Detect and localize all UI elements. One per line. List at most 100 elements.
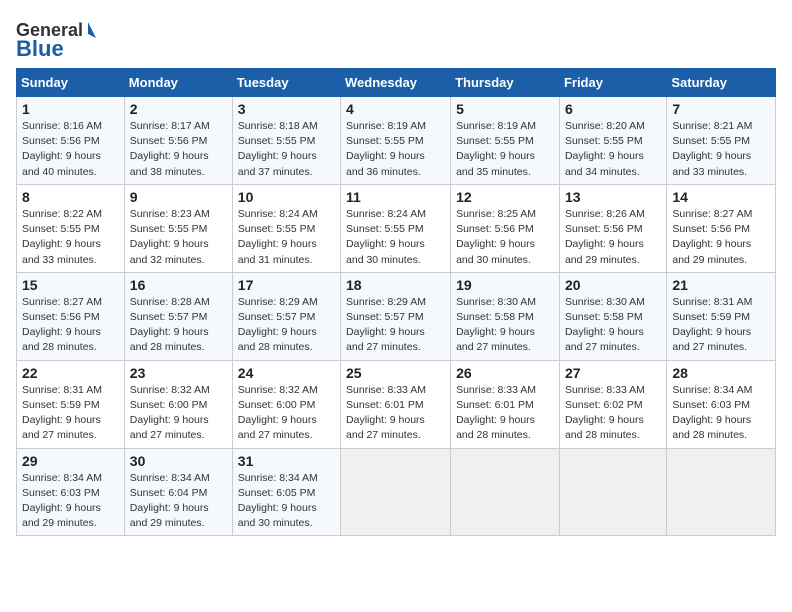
calendar-cell: 11 Sunrise: 8:24 AMSunset: 5:55 PMDayligh… (341, 184, 451, 272)
day-info: Sunrise: 8:19 AMSunset: 5:55 PMDaylight:… (456, 119, 554, 180)
calendar-cell: 26 Sunrise: 8:33 AMSunset: 6:01 PMDayligh… (451, 360, 560, 448)
day-info: Sunrise: 8:24 AMSunset: 5:55 PMDaylight:… (346, 207, 445, 268)
day-info: Sunrise: 8:33 AMSunset: 6:01 PMDaylight:… (456, 383, 554, 444)
calendar-cell: 5 Sunrise: 8:19 AMSunset: 5:55 PMDaylight… (451, 97, 560, 185)
calendar-cell: 25Sunrise: 8:33 AMSunset: 6:01 PMDayligh… (341, 360, 451, 448)
calendar-cell (451, 448, 560, 536)
day-info: Sunrise: 8:24 AMSunset: 5:55 PMDaylight:… (238, 207, 335, 268)
calendar-cell (667, 448, 776, 536)
calendar-cell: 19 Sunrise: 8:30 AMSunset: 5:58 PMDayligh… (451, 272, 560, 360)
day-info: Sunrise: 8:31 AMSunset: 5:59 PMDaylight:… (672, 295, 770, 356)
day-info: Sunrise: 8:22 AMSunset: 5:55 PMDaylight:… (22, 207, 119, 268)
day-number: 5 (456, 101, 554, 117)
day-info: Sunrise: 8:33 AMSunset: 6:02 PMDaylight:… (565, 383, 661, 444)
day-info: Sunrise: 8:23 AMSunset: 5:55 PMDaylight:… (130, 207, 227, 268)
calendar-cell: 18Sunrise: 8:29 AMSunset: 5:57 PMDayligh… (341, 272, 451, 360)
calendar-week-row: 8 Sunrise: 8:22 AMSunset: 5:55 PMDaylight… (17, 184, 776, 272)
day-number: 24 (238, 365, 335, 381)
calendar-cell: 10 Sunrise: 8:24 AMSunset: 5:55 PMDayligh… (232, 184, 340, 272)
calendar-cell: 24 Sunrise: 8:32 AMSunset: 6:00 PMDayligh… (232, 360, 340, 448)
day-number: 21 (672, 277, 770, 293)
day-info: Sunrise: 8:27 AMSunset: 5:56 PMDaylight:… (22, 295, 119, 356)
day-info: Sunrise: 8:30 AMSunset: 5:58 PMDaylight:… (456, 295, 554, 356)
calendar-cell: 1 Sunrise: 8:16 AMSunset: 5:56 PMDaylight… (17, 97, 125, 185)
day-number: 6 (565, 101, 661, 117)
day-number: 4 (346, 101, 445, 117)
day-number: 16 (130, 277, 227, 293)
day-number: 31 (238, 453, 335, 469)
calendar-cell: 23 Sunrise: 8:32 AMSunset: 6:00 PMDayligh… (124, 360, 232, 448)
day-number: 28 (672, 365, 770, 381)
calendar-week-row: 1 Sunrise: 8:16 AMSunset: 5:56 PMDaylight… (17, 97, 776, 185)
calendar-header-row: SundayMondayTuesdayWednesdayThursdayFrid… (17, 69, 776, 97)
day-info: Sunrise: 8:32 AMSunset: 6:00 PMDaylight:… (130, 383, 227, 444)
day-info: Sunrise: 8:34 AMSunset: 6:03 PMDaylight:… (22, 471, 119, 532)
calendar-cell: 22 Sunrise: 8:31 AMSunset: 5:59 PMDayligh… (17, 360, 125, 448)
calendar-week-row: 22 Sunrise: 8:31 AMSunset: 5:59 PMDayligh… (17, 360, 776, 448)
calendar-cell: 9 Sunrise: 8:23 AMSunset: 5:55 PMDaylight… (124, 184, 232, 272)
day-number: 10 (238, 189, 335, 205)
calendar-week-row: 29Sunrise: 8:34 AMSunset: 6:03 PMDayligh… (17, 448, 776, 536)
day-number: 7 (672, 101, 770, 117)
day-number: 23 (130, 365, 227, 381)
calendar-cell: 3Sunrise: 8:18 AMSunset: 5:55 PMDaylight… (232, 97, 340, 185)
day-number: 11 (346, 189, 445, 205)
day-header-monday: Monday (124, 69, 232, 97)
day-number: 20 (565, 277, 661, 293)
calendar-cell: 27 Sunrise: 8:33 AMSunset: 6:02 PMDayligh… (559, 360, 666, 448)
day-number: 27 (565, 365, 661, 381)
day-number: 1 (22, 101, 119, 117)
day-number: 14 (672, 189, 770, 205)
calendar-cell: 4 Sunrise: 8:19 AMSunset: 5:55 PMDaylight… (341, 97, 451, 185)
day-header-thursday: Thursday (451, 69, 560, 97)
day-number: 19 (456, 277, 554, 293)
day-number: 8 (22, 189, 119, 205)
calendar-cell (341, 448, 451, 536)
day-header-wednesday: Wednesday (341, 69, 451, 97)
calendar-cell: 28 Sunrise: 8:34 AMSunset: 6:03 PMDayligh… (667, 360, 776, 448)
calendar-cell: 13 Sunrise: 8:26 AMSunset: 5:56 PMDayligh… (559, 184, 666, 272)
day-info: Sunrise: 8:32 AMSunset: 6:00 PMDaylight:… (238, 383, 335, 444)
day-info: Sunrise: 8:34 AMSunset: 6:03 PMDaylight:… (672, 383, 770, 444)
calendar-cell: 30Sunrise: 8:34 AMSunset: 6:04 PMDayligh… (124, 448, 232, 536)
calendar-cell (559, 448, 666, 536)
calendar-week-row: 15 Sunrise: 8:27 AMSunset: 5:56 PMDayligh… (17, 272, 776, 360)
calendar-cell: 2Sunrise: 8:17 AMSunset: 5:56 PMDaylight… (124, 97, 232, 185)
day-info: Sunrise: 8:16 AMSunset: 5:56 PMDaylight:… (22, 119, 119, 180)
page-container: GeneralBlue SundayMondayTuesdayWednesday… (16, 16, 776, 536)
calendar-cell: 14Sunrise: 8:27 AMSunset: 5:56 PMDayligh… (667, 184, 776, 272)
day-info: Sunrise: 8:29 AMSunset: 5:57 PMDaylight:… (346, 295, 445, 356)
day-info: Sunrise: 8:34 AMSunset: 6:05 PMDaylight:… (238, 471, 335, 532)
calendar-table: SundayMondayTuesdayWednesdayThursdayFrid… (16, 68, 776, 536)
day-number: 12 (456, 189, 554, 205)
calendar-cell: 7Sunrise: 8:21 AMSunset: 5:55 PMDaylight… (667, 97, 776, 185)
day-info: Sunrise: 8:30 AMSunset: 5:58 PMDaylight:… (565, 295, 661, 356)
day-info: Sunrise: 8:19 AMSunset: 5:55 PMDaylight:… (346, 119, 445, 180)
day-info: Sunrise: 8:18 AMSunset: 5:55 PMDaylight:… (238, 119, 335, 180)
calendar-cell: 21 Sunrise: 8:31 AMSunset: 5:59 PMDayligh… (667, 272, 776, 360)
calendar-cell: 8 Sunrise: 8:22 AMSunset: 5:55 PMDaylight… (17, 184, 125, 272)
day-info: Sunrise: 8:31 AMSunset: 5:59 PMDaylight:… (22, 383, 119, 444)
calendar-cell: 31 Sunrise: 8:34 AMSunset: 6:05 PMDayligh… (232, 448, 340, 536)
day-info: Sunrise: 8:17 AMSunset: 5:56 PMDaylight:… (130, 119, 227, 180)
day-header-saturday: Saturday (667, 69, 776, 97)
svg-text:Blue: Blue (16, 36, 64, 60)
day-header-sunday: Sunday (17, 69, 125, 97)
day-number: 26 (456, 365, 554, 381)
calendar-cell: 12 Sunrise: 8:25 AMSunset: 5:56 PMDayligh… (451, 184, 560, 272)
day-number: 22 (22, 365, 119, 381)
day-header-tuesday: Tuesday (232, 69, 340, 97)
day-number: 9 (130, 189, 227, 205)
day-header-friday: Friday (559, 69, 666, 97)
day-info: Sunrise: 8:26 AMSunset: 5:56 PMDaylight:… (565, 207, 661, 268)
day-info: Sunrise: 8:28 AMSunset: 5:57 PMDaylight:… (130, 295, 227, 356)
calendar-cell: 16 Sunrise: 8:28 AMSunset: 5:57 PMDayligh… (124, 272, 232, 360)
calendar-cell: 20 Sunrise: 8:30 AMSunset: 5:58 PMDayligh… (559, 272, 666, 360)
day-number: 30 (130, 453, 227, 469)
day-number: 13 (565, 189, 661, 205)
day-info: Sunrise: 8:25 AMSunset: 5:56 PMDaylight:… (456, 207, 554, 268)
logo-svg: GeneralBlue (16, 16, 96, 60)
calendar-cell: 17Sunrise: 8:29 AMSunset: 5:57 PMDayligh… (232, 272, 340, 360)
day-number: 15 (22, 277, 119, 293)
day-info: Sunrise: 8:20 AMSunset: 5:55 PMDaylight:… (565, 119, 661, 180)
